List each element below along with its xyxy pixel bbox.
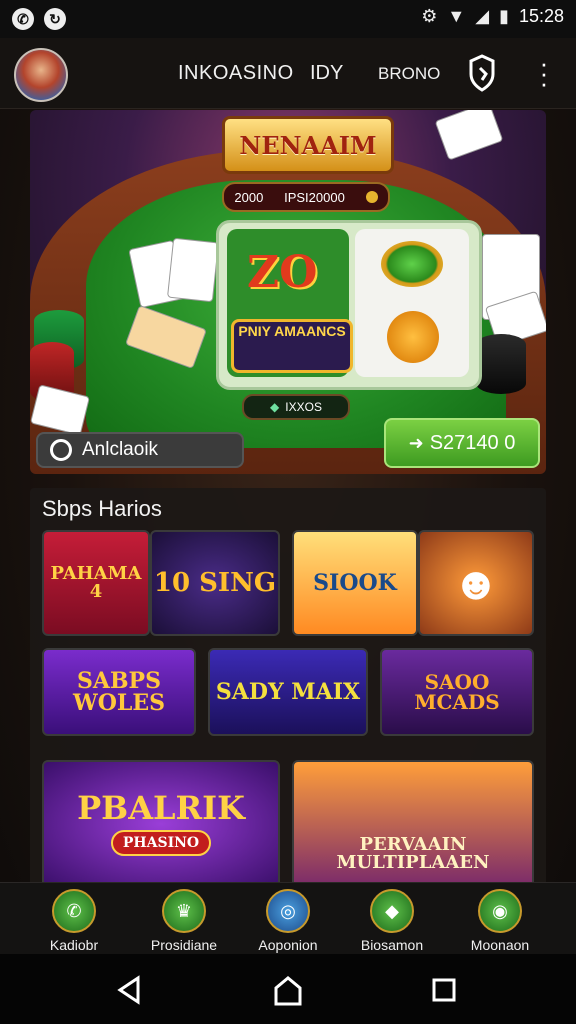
chat-icon [50, 439, 72, 461]
gem-icon: ◆ [370, 889, 414, 933]
game-tile-title: 10 SING [153, 568, 277, 598]
nav-item[interactable]: ◎ Aoponion [238, 887, 338, 953]
wifi-icon: ▼ [447, 6, 466, 26]
game-tile[interactable]: PAHAMA 4 [42, 530, 150, 636]
nav-label: Aoponion [258, 937, 318, 953]
nav-item[interactable]: ✆ Kadiobr [24, 887, 124, 953]
nav-label: Biosamon [360, 937, 424, 953]
balance-value: S27140 0 [429, 431, 516, 454]
nav-item[interactable]: ♛ Prosidiane [134, 887, 234, 953]
sync-icon: ↻ [44, 8, 66, 30]
system-nav [0, 954, 576, 1024]
chat-pill-label: Anlclaoik [82, 439, 159, 460]
game-tile[interactable]: PBALRIK PHASINO [42, 760, 280, 888]
game-tile-title: SAOO MCADS [414, 670, 500, 714]
slot-reel-left: ZO PNIY AMAANCS [227, 229, 353, 377]
app-bar: INKOASINO IDY BRONO · · · [0, 38, 576, 109]
bottom-nav: ✆ Kadiobr ♛ Prosidiane ◎ Aoponion ◆ Bios… [0, 882, 576, 955]
status-bar: ✆ ↻ ⚙ ▼ ◢ ▮ 15:28 [0, 0, 576, 38]
nav-label: Prosidiane [150, 937, 218, 953]
app-subtitle: IDY [310, 62, 344, 84]
jackpot-left: 2000 [234, 189, 264, 205]
games-section: Sbps Harios PAHAMA 4 10 SING SIOOK ☻ SAB… [30, 488, 546, 888]
chip-stack-icon [476, 334, 526, 394]
arrow-icon: ➜ [408, 432, 424, 453]
home-icon[interactable] [268, 974, 308, 1006]
nav-item[interactable]: ◆ Biosamon [342, 887, 442, 953]
game-tile-title: SABPS WOLES [73, 668, 165, 716]
win-amount: IXXOS [285, 400, 322, 414]
jackpot-right: IPSI20000 [284, 189, 345, 205]
game-tile[interactable]: PERVAAIN MULTIPLAAEN [292, 760, 534, 888]
ring-icon: ◉ [478, 889, 522, 933]
battery-icon: ▮ [499, 6, 509, 26]
game-tile[interactable]: SAOO MCADS [380, 648, 534, 736]
balance-button[interactable]: ➜ S27140 0 [384, 418, 540, 468]
signal-icon: ◢ [475, 6, 490, 26]
leaf-coin-icon [381, 241, 443, 287]
more-vert-icon[interactable]: · · · [534, 50, 554, 96]
game-tile-title: SADY MAIX [215, 679, 361, 705]
gem-icon: ◆ [270, 400, 280, 414]
playing-card-icon [166, 237, 220, 303]
game-tile-title: PAHAMA 4 [50, 563, 142, 602]
nav-label: Kadiobr [49, 937, 99, 953]
phone-icon: ✆ [52, 889, 96, 933]
settings-icon: ⚙ [421, 6, 438, 26]
game-tile-title: PBALRIK [77, 789, 245, 827]
game-tile-title: PERVAAIN MULTIPLAAEN [336, 834, 490, 873]
nav-label: Moonaon [470, 937, 530, 953]
slot-machine[interactable]: ZO PNIY AMAANCS [216, 220, 482, 390]
adventurer-icon: ☻ [451, 557, 501, 609]
win-bar: ◆ IXXOS [242, 394, 350, 420]
slot-symbol: ZO [247, 247, 318, 298]
game-tile-character[interactable]: ☻ [418, 530, 534, 636]
nav-item[interactable]: ◉ Moonaon [450, 887, 550, 953]
account-name[interactable]: BRONO [378, 64, 440, 84]
dice-icon [434, 110, 504, 161]
hero-logo: NENAAIM [222, 116, 394, 174]
gold-coin-icon [387, 311, 439, 363]
play-button[interactable]: PNIY AMAANCS [231, 319, 353, 373]
shield-icon[interactable] [468, 54, 496, 92]
recents-icon[interactable] [424, 974, 464, 1006]
status-time: 15:28 [518, 6, 564, 26]
avatar[interactable] [14, 48, 68, 102]
hero-logo-text: NENAAIM [239, 130, 377, 160]
jackpot-bar: 2000 IPSI20000 [222, 182, 390, 212]
target-icon: ◎ [266, 889, 310, 933]
chat-pill[interactable]: Anlclaoik [36, 432, 244, 468]
game-tile[interactable]: SABPS WOLES [42, 648, 196, 736]
hero-banner[interactable]: NENAAIM 2000 IPSI20000 ZO PNIY AMAANCS ◆… [30, 110, 546, 474]
game-tile[interactable]: 10 SING [150, 530, 280, 636]
game-tile-title: SIOOK [313, 570, 397, 596]
game-tile-badge: PHASINO [110, 830, 212, 856]
crown-icon: ♛ [162, 889, 206, 933]
section-title: Sbps Harios [42, 496, 162, 521]
coin-icon [365, 191, 378, 203]
back-icon[interactable] [110, 974, 150, 1006]
game-tile[interactable]: SIOOK [292, 530, 418, 636]
app-title: INKOASINO [178, 62, 294, 84]
whatsapp-icon: ✆ [12, 8, 34, 30]
slot-reel-right [355, 229, 469, 377]
game-tile[interactable]: SADY MAIX [208, 648, 368, 736]
